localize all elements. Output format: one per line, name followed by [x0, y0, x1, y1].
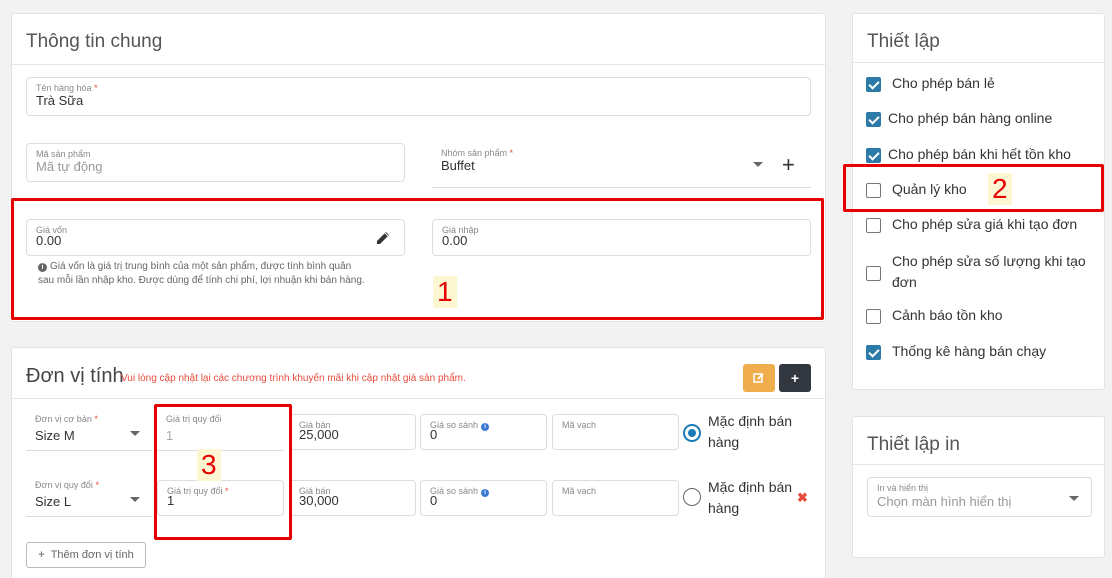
- barcode-label: Mã vạch: [562, 486, 597, 496]
- base-unit-label: Đơn vị cơ bản: [35, 414, 92, 424]
- default-sale-line1: Mặc định bán: [708, 413, 793, 429]
- setting-label: Thống kê hàng bán chạy: [892, 343, 1047, 359]
- checkbox-checked[interactable]: [866, 148, 881, 163]
- barcode-field[interactable]: Mã vạch: [552, 414, 679, 450]
- conversion-unit-label: Đơn vị quy đổi: [35, 480, 93, 490]
- product-code-label: Mã sản phẩm: [36, 149, 91, 159]
- default-sale-line1: Mặc định bán: [708, 479, 793, 495]
- sale-price-field[interactable]: Giá bán 25,000: [289, 414, 416, 450]
- sale-price-value: 25,000: [299, 427, 339, 442]
- barcode-field-2[interactable]: Mã vạch: [552, 480, 679, 516]
- base-unit-select[interactable]: Đơn vị cơ bản * Size M: [26, 409, 152, 451]
- setting-edit-quantity[interactable]: Cho phép sửa số lượng khi tạo đơn: [866, 251, 1096, 293]
- compare-price-value: 0: [430, 493, 438, 508]
- info-icon: i: [481, 489, 490, 497]
- chevron-down-icon[interactable]: [1069, 496, 1079, 501]
- required-mark: *: [94, 83, 98, 93]
- divider: [12, 64, 825, 65]
- display-select[interactable]: In và hiển thị Chọn màn hình hiển thị: [867, 477, 1092, 517]
- default-sale-label: Mặc định bán hàng: [708, 411, 792, 453]
- checkbox-checked[interactable]: [866, 112, 881, 127]
- product-name-value: Trà Sữa: [36, 93, 84, 108]
- checkbox-checked[interactable]: [866, 345, 881, 360]
- checkbox-checked[interactable]: [866, 77, 881, 92]
- plus-icon: +: [38, 549, 45, 561]
- annotation-marker-3: 3: [197, 449, 221, 481]
- setting-edit-price[interactable]: Cho phép sửa giá khi tạo đơn: [866, 216, 1077, 233]
- add-group-plus-icon[interactable]: +: [782, 154, 795, 176]
- annotation-box-1: [11, 198, 824, 320]
- setting-label: Cho phép sửa giá khi tạo đơn: [892, 216, 1078, 232]
- checkbox-unchecked[interactable]: [866, 218, 881, 233]
- product-name-label: Tên hàng hóa: [36, 83, 92, 93]
- annotation-marker-2: 2: [988, 173, 1012, 205]
- setting-label: Cho phép bán hàng online: [888, 110, 1053, 126]
- base-unit-value: Size M: [35, 428, 75, 443]
- setting-label: Cho phép sửa số lượng khi tạo đơn: [892, 253, 1086, 290]
- divider: [12, 398, 825, 399]
- setting-label: Cho phép bán lẻ: [892, 75, 995, 91]
- units-warning: Vui lòng cập nhật lại các chương trình k…: [121, 373, 466, 384]
- plus-icon: +: [790, 370, 800, 386]
- checkbox-unchecked[interactable]: [866, 265, 881, 281]
- chevron-down-icon[interactable]: [753, 162, 763, 167]
- print-settings-title: Thiết lập in: [867, 434, 960, 455]
- annotation-box-2: [843, 164, 1104, 212]
- settings-title: Thiết lập: [867, 31, 940, 52]
- general-info-title: Thông tin chung: [26, 31, 163, 52]
- setting-allow-online[interactable]: Cho phép bán hàng online: [866, 110, 1052, 127]
- annotation-marker-1: 1: [433, 276, 457, 308]
- required-mark: *: [95, 480, 99, 490]
- annotation-box-3: [154, 404, 292, 540]
- setting-allow-out-of-stock[interactable]: Cho phép bán khi hết tồn kho: [866, 146, 1071, 163]
- conversion-unit-select[interactable]: Đơn vị quy đổi * Size L: [26, 475, 152, 517]
- setting-allow-retail[interactable]: Cho phép bán lẻ: [866, 75, 995, 92]
- default-sale-label-2: Mặc định bán hàng: [708, 477, 792, 519]
- display-label: In và hiển thị: [877, 483, 929, 493]
- product-code-placeholder: Mã tự động: [36, 159, 103, 174]
- edit-icon: [753, 373, 764, 383]
- default-sale-line2: hàng: [708, 434, 740, 450]
- setting-label: Cho phép bán khi hết tồn kho: [888, 146, 1071, 162]
- divider: [853, 464, 1104, 465]
- chevron-down-icon[interactable]: [130, 497, 140, 502]
- units-title: Đơn vị tính: [26, 365, 124, 387]
- default-sale-radio[interactable]: [683, 424, 701, 442]
- checkbox-unchecked[interactable]: [866, 309, 881, 324]
- add-unit-plus-button[interactable]: +: [779, 364, 811, 392]
- add-unit-button[interactable]: + Thêm đơn vị tính: [26, 542, 146, 568]
- required-mark: *: [94, 414, 98, 424]
- barcode-label: Mã vạch: [562, 420, 597, 430]
- add-unit-label: Thêm đơn vị tính: [50, 549, 134, 561]
- compare-price-value: 0: [430, 427, 438, 442]
- display-placeholder: Chọn màn hình hiển thị: [877, 494, 1012, 509]
- compare-price-field-2[interactable]: Giá so sánh i 0: [420, 480, 547, 516]
- setting-bestseller-stats[interactable]: Thống kê hàng bán chạy: [866, 343, 1046, 360]
- conversion-unit-value: Size L: [35, 494, 72, 509]
- divider: [853, 62, 1104, 63]
- compare-price-field[interactable]: Giá so sánh i 0: [420, 414, 547, 450]
- sale-price-field-2[interactable]: Giá bán 30,000: [289, 480, 416, 516]
- product-code-field[interactable]: Mã sản phẩm Mã tự động: [26, 143, 405, 182]
- setting-stock-warning[interactable]: Cảnh báo tồn kho: [866, 307, 1003, 324]
- sale-price-value: 30,000: [299, 493, 339, 508]
- product-group-value: Buffet: [441, 158, 475, 173]
- chevron-down-icon[interactable]: [130, 431, 140, 436]
- product-name-field[interactable]: Tên hàng hóa * Trà Sữa: [26, 77, 811, 116]
- edit-units-button[interactable]: [743, 364, 775, 392]
- default-sale-radio-2[interactable]: [683, 488, 701, 506]
- info-icon: i: [481, 423, 490, 431]
- required-mark: *: [509, 148, 514, 158]
- default-sale-line2: hàng: [708, 500, 740, 516]
- remove-unit-x-icon[interactable]: ✖: [797, 490, 808, 506]
- product-group-label: Nhóm sản phẩm: [441, 148, 508, 158]
- setting-label: Cảnh báo tồn kho: [892, 307, 1003, 323]
